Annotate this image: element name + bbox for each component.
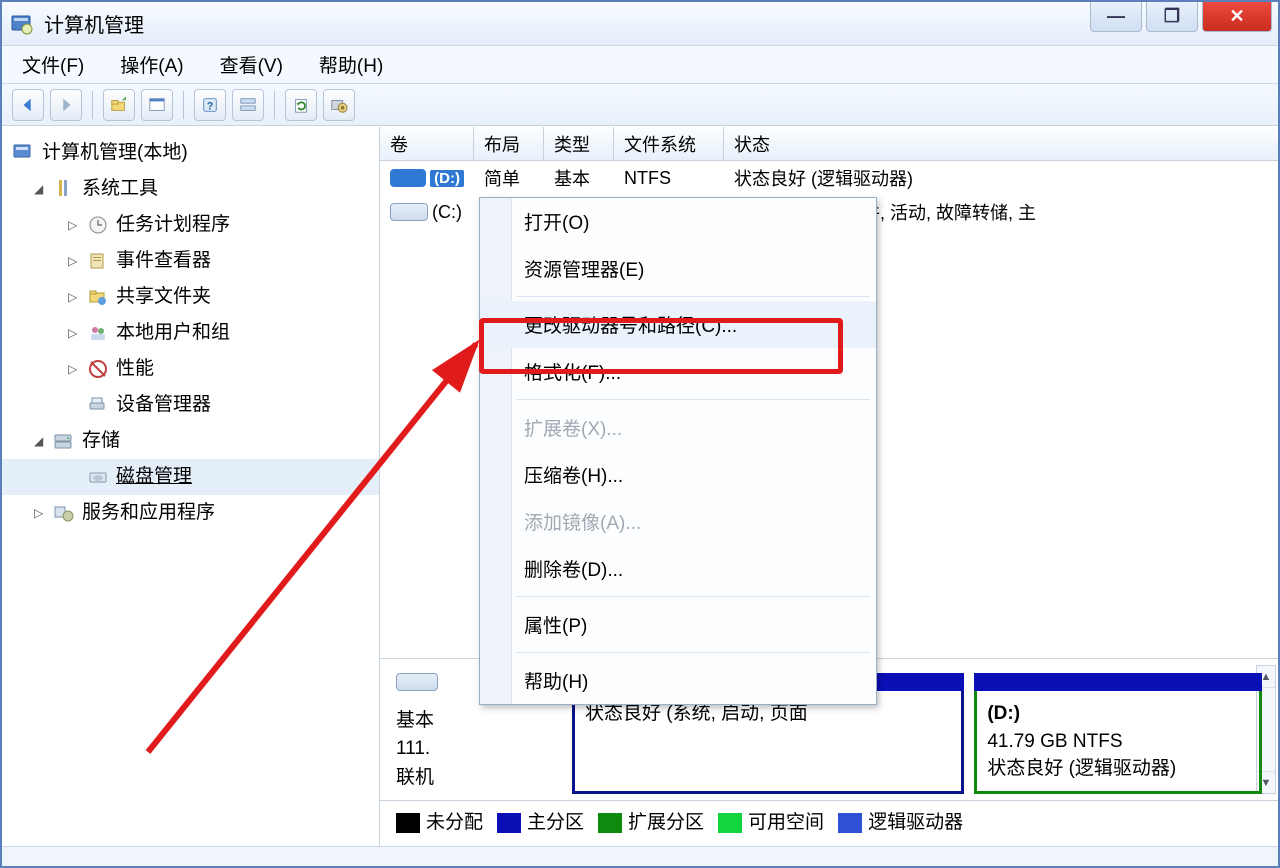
expander-icon: ◢ [34, 434, 48, 448]
maximize-button[interactable]: ❐ [1146, 2, 1198, 32]
app-window: 计算机管理 — ❐ ✕ 文件(F) 操作(A) 查看(V) 帮助(H) ? [0, 0, 1280, 868]
minimize-button[interactable]: — [1090, 2, 1142, 32]
volume-table-header: 卷 布局 类型 文件系统 状态 [380, 127, 1278, 161]
help-button[interactable]: ? [194, 89, 226, 121]
col-fs[interactable]: 文件系统 [614, 127, 724, 160]
settings-button[interactable] [323, 89, 355, 121]
tree-item-local-users[interactable]: ▷ 本地用户和组 [2, 315, 379, 351]
console-button[interactable] [141, 89, 173, 121]
folder-share-icon [86, 286, 110, 308]
expander-icon: ◢ [34, 182, 48, 196]
menu-view[interactable]: 查看(V) [214, 47, 289, 82]
computer-icon [12, 142, 36, 164]
tree-item-performance[interactable]: ▷ 性能 [2, 351, 379, 387]
partition-d[interactable]: (D:) 41.79 GB NTFS 状态良好 (逻辑驱动器) [974, 673, 1262, 794]
tree-item-device-manager[interactable]: 设备管理器 [2, 387, 379, 423]
app-icon [10, 12, 34, 36]
ctx-delete[interactable]: 删除卷(D)... [480, 545, 876, 592]
users-icon [86, 322, 110, 344]
svg-text:?: ? [207, 100, 214, 112]
col-type[interactable]: 类型 [544, 127, 614, 160]
legend: 未分配 主分区 扩展分区 可用空间 逻辑驱动器 [380, 800, 1278, 846]
title-bar: 计算机管理 — ❐ ✕ [2, 2, 1278, 46]
bottom-strip [2, 846, 1278, 866]
log-icon [86, 250, 110, 272]
close-button[interactable]: ✕ [1202, 2, 1272, 32]
legend-unalloc: 未分配 [396, 807, 483, 834]
toolbar-divider [274, 91, 275, 119]
tree-item-task-scheduler[interactable]: ▷ 任务计划程序 [2, 207, 379, 243]
ctx-shrink[interactable]: 压缩卷(H)... [480, 451, 876, 498]
toolbar-divider [92, 91, 93, 119]
volume-row-d[interactable]: (D:) 简单 基本 NTFS 状态良好 (逻辑驱动器) [380, 161, 1278, 195]
context-separator [516, 596, 870, 597]
menu-action[interactable]: 操作(A) [114, 47, 189, 82]
window-title: 计算机管理 [44, 9, 144, 38]
refresh-button[interactable] [285, 89, 317, 121]
ctx-open[interactable]: 打开(O) [480, 198, 876, 245]
ctx-mirror[interactable]: 添加镜像(A)... [480, 498, 876, 545]
clock-icon [86, 214, 110, 236]
menu-help[interactable]: 帮助(H) [313, 47, 389, 82]
col-volume[interactable]: 卷 [380, 127, 474, 160]
col-status[interactable]: 状态 [724, 127, 1278, 160]
ctx-format[interactable]: 格式化(F)... [480, 348, 876, 395]
nav-forward-button[interactable] [50, 89, 82, 121]
expander-icon: ▷ [68, 362, 82, 376]
navigation-tree: 计算机管理(本地) ◢ 系统工具 ▷ 任务计划程序 ▷ 事件查看器 [2, 127, 380, 846]
legend-extended: 扩展分区 [598, 807, 704, 834]
tree-item-root[interactable]: 计算机管理(本地) [2, 135, 379, 171]
services-icon [52, 502, 76, 524]
tree-item-shared-folders[interactable]: ▷ 共享文件夹 [2, 279, 379, 315]
disk-icon [396, 673, 438, 691]
ctx-extend[interactable]: 扩展卷(X)... [480, 404, 876, 451]
context-menu: 打开(O) 资源管理器(E) 更改驱动器号和路径(C)... 格式化(F)...… [479, 197, 877, 705]
expander-icon: ▷ [34, 506, 48, 520]
menu-file[interactable]: 文件(F) [16, 47, 90, 82]
toolbar: ? [2, 84, 1278, 126]
up-button[interactable] [103, 89, 135, 121]
ctx-help[interactable]: 帮助(H) [480, 657, 876, 704]
legend-free: 可用空间 [718, 807, 824, 834]
performance-icon [86, 358, 110, 380]
nav-back-button[interactable] [12, 89, 44, 121]
tools-icon [52, 178, 76, 200]
volume-icon [390, 169, 426, 187]
device-icon [86, 394, 110, 416]
tree-item-event-viewer[interactable]: ▷ 事件查看器 [2, 243, 379, 279]
menubar: 文件(F) 操作(A) 查看(V) 帮助(H) [2, 46, 1278, 84]
ctx-properties[interactable]: 属性(P) [480, 601, 876, 648]
expander-icon: ▷ [68, 290, 82, 304]
tree-item-disk-management[interactable]: 磁盘管理 [2, 459, 379, 495]
volume-icon [390, 203, 428, 221]
ctx-change-drive-letter[interactable]: 更改驱动器号和路径(C)... [480, 301, 876, 348]
window-buttons: — ❐ ✕ [1086, 2, 1272, 32]
col-layout[interactable]: 布局 [474, 127, 544, 160]
ctx-explorer[interactable]: 资源管理器(E) [480, 245, 876, 292]
legend-primary: 主分区 [497, 807, 584, 834]
expander-icon: ▷ [68, 218, 82, 232]
expander-icon: ▷ [68, 254, 82, 268]
detail-button[interactable] [232, 89, 264, 121]
tree-item-storage[interactable]: ◢ 存储 [2, 423, 379, 459]
tree-item-services-apps[interactable]: ▷ 服务和应用程序 [2, 495, 379, 531]
context-separator [516, 652, 870, 653]
context-separator [516, 399, 870, 400]
tree-item-system-tools[interactable]: ◢ 系统工具 [2, 171, 379, 207]
toolbar-divider [183, 91, 184, 119]
expander-icon: ▷ [68, 326, 82, 340]
legend-logical: 逻辑驱动器 [838, 807, 963, 834]
storage-icon [52, 430, 76, 452]
disk-icon [86, 466, 110, 488]
context-separator [516, 296, 870, 297]
